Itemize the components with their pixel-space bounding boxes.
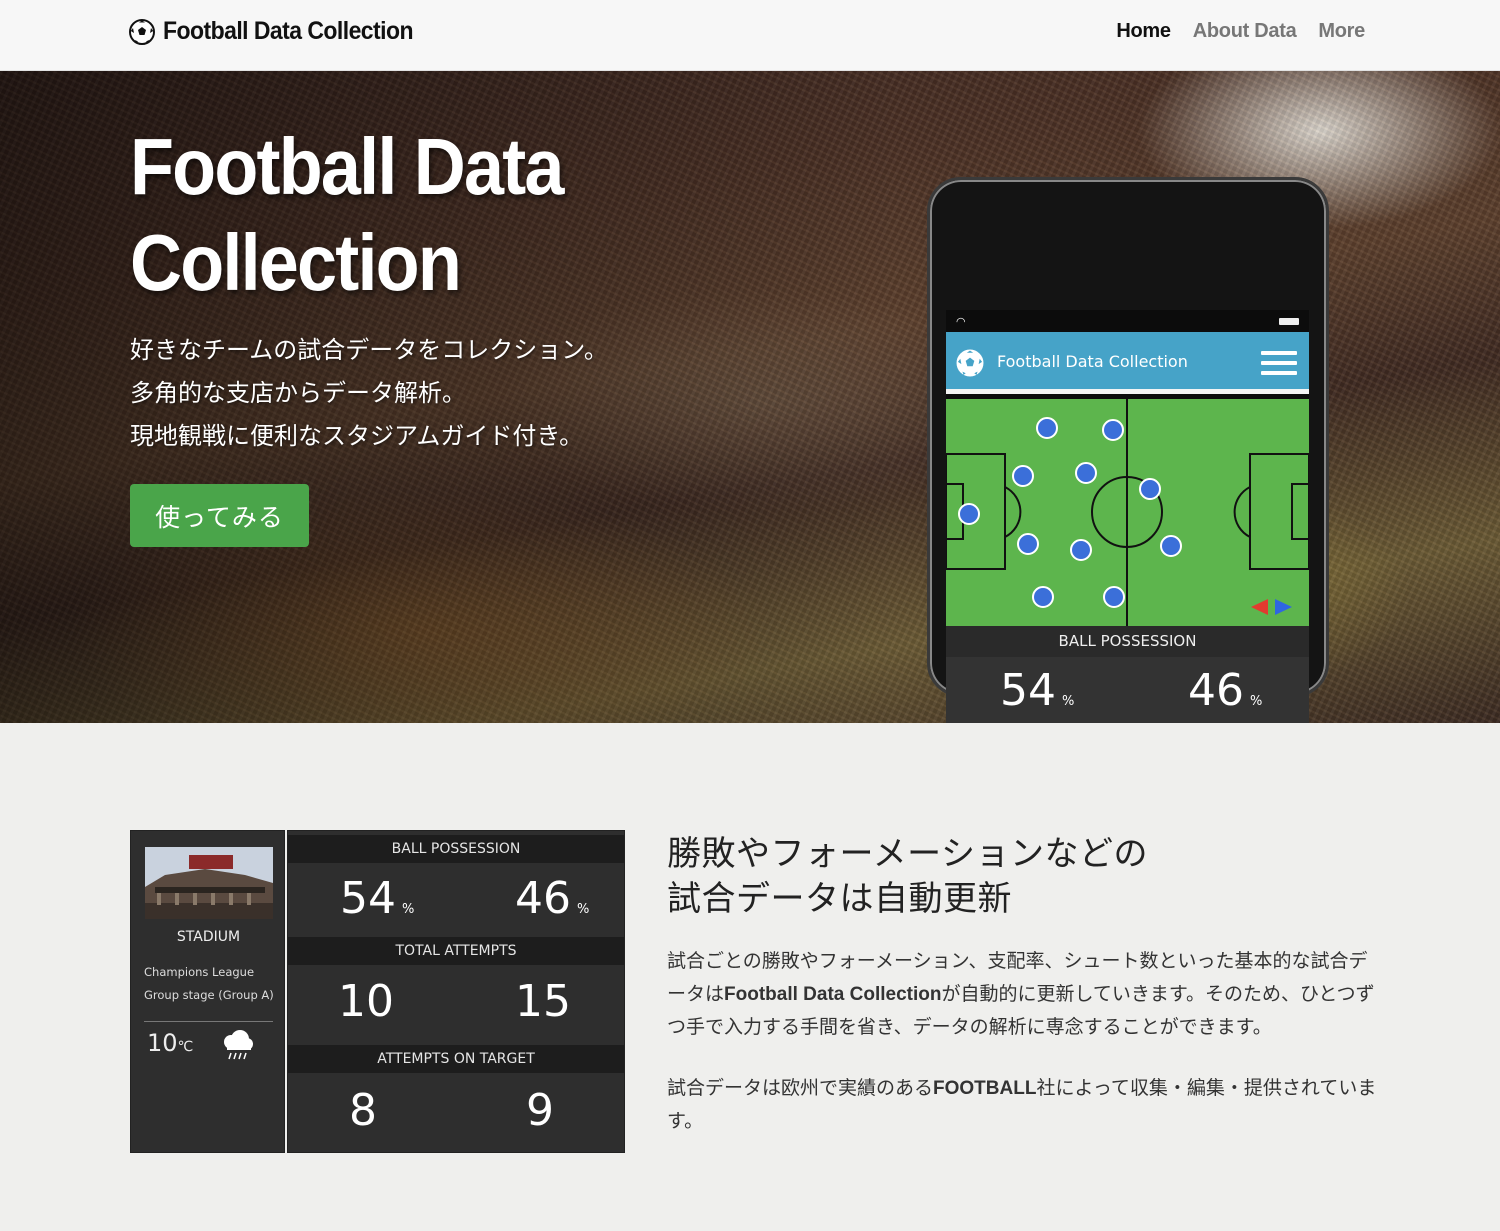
player-marker [1160, 535, 1182, 557]
brand-name: Football Data Collection [163, 17, 414, 45]
main-nav: Home About Data More [1116, 20, 1365, 43]
soccer-ball-icon [956, 349, 984, 377]
player-marker [1012, 465, 1034, 487]
stadium-photo [145, 847, 273, 919]
feature-paragraph: 試合ごとの勝敗やフォーメーション、支配率、シュート数といった基本的な試合データは… [667, 950, 1375, 1038]
stat-label-possession: BALL POSSESSION [288, 835, 624, 863]
arrow-left-icon [1251, 599, 1268, 615]
divider [144, 1021, 273, 1022]
stat-home-possession: 54% [340, 873, 415, 924]
player-marker [1036, 417, 1058, 439]
stat-home-attempts-on-target: 8 [349, 1085, 377, 1136]
pitch-lines [946, 399, 1309, 626]
nav-link-about-data[interactable]: About Data [1193, 20, 1297, 43]
stat-label-total-attempts: TOTAL ATTEMPTS [288, 937, 624, 965]
wifi-icon: ◠ [956, 315, 966, 328]
stat-label-attempts-on-target: ATTEMPTS ON TARGET [288, 1045, 624, 1073]
feature-heading: 勝敗やフォーメーションなどの 試合データは自動更新 [667, 834, 1148, 919]
stat-away-total-attempts: 15 [515, 976, 571, 1027]
player-marker [1070, 539, 1092, 561]
stadium-card: STADIUM Champions League Group stage (Gr… [130, 830, 285, 1153]
hero-tagline: 好きなチームの試合データをコレクション。 多角的な支店からデータ解析。 現地観戦… [130, 336, 608, 450]
arrow-right-icon [1275, 599, 1292, 615]
phone-possession-values: 54% 46% [946, 657, 1309, 723]
try-it-button[interactable]: 使ってみる [130, 484, 309, 547]
player-marker [1032, 586, 1054, 608]
rain-cloud-icon [224, 1030, 253, 1060]
formation-pitch [946, 399, 1309, 626]
match-stats-card: BALL POSSESSION 54% 46% TOTAL ATTEMPTS 1… [287, 830, 625, 1153]
phone-possession-label: BALL POSSESSION [946, 626, 1309, 657]
player-marker [1103, 586, 1125, 608]
hero-title: Football Data Collection [130, 122, 564, 307]
phone-status-bar: ◠ [946, 310, 1309, 332]
player-marker [1102, 419, 1124, 441]
battery-icon [1279, 318, 1299, 325]
player-marker [958, 503, 980, 525]
feature-description: 試合ごとの勝敗やフォーメーション、支配率、シュート数といった基本的な試合データは… [667, 945, 1377, 1138]
stat-away-possession: 46% [515, 873, 590, 924]
app-title: Football Data Collection [997, 352, 1188, 371]
stadium-label: STADIUM [176, 929, 241, 945]
player-marker [1139, 478, 1161, 500]
nav-link-home[interactable]: Home [1116, 20, 1171, 43]
stat-home-total-attempts: 10 [338, 976, 394, 1027]
stat-away-attempts-on-target: 9 [526, 1085, 554, 1136]
navbar: Football Data Collection Home About Data… [0, 0, 1500, 71]
feature-paragraph: 試合データは欧州で実績のあるFOOTBALL社によって収集・編集・提供されていま… [667, 1077, 1377, 1132]
nav-link-more[interactable]: More [1318, 20, 1365, 43]
hamburger-menu-icon[interactable] [1261, 351, 1297, 375]
away-possession: 46% [1188, 665, 1263, 716]
match-info: Champions League Group stage (Group A) [144, 965, 274, 1002]
player-marker [1075, 462, 1097, 484]
app-header: Football Data Collection [946, 332, 1309, 394]
brand-link[interactable]: Football Data Collection [129, 17, 435, 46]
temperature: 10℃ [147, 1029, 194, 1057]
soccer-ball-icon [129, 18, 155, 45]
home-possession: 54% [1000, 665, 1075, 716]
phone-screen: ◠ Football Data Collection BALL POSSESSI… [946, 310, 1309, 723]
player-marker [1017, 533, 1039, 555]
